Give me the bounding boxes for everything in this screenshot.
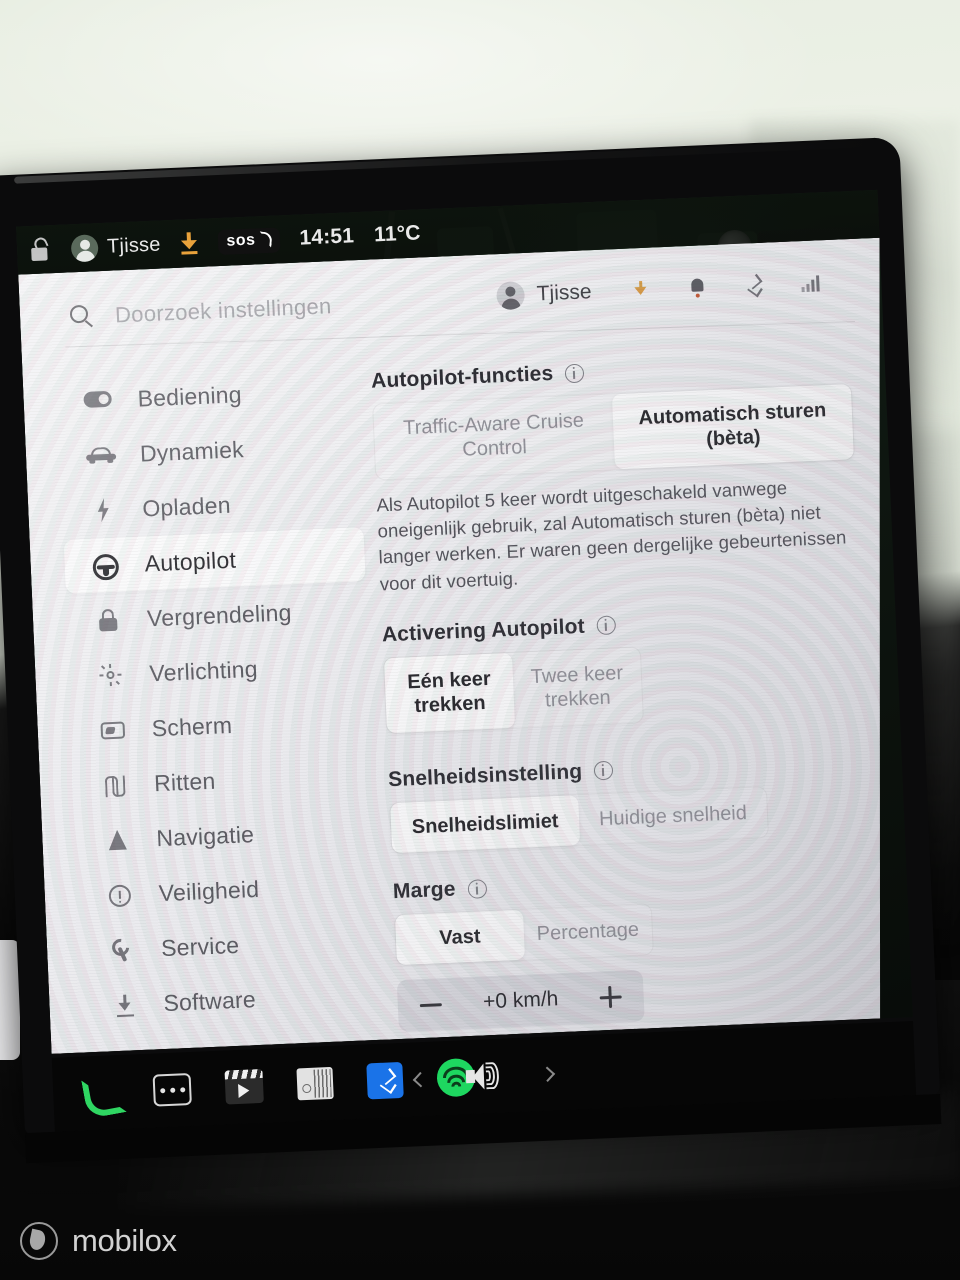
settings-panel: Doorzoek instellingen Tjisse Bediening D… [18, 238, 913, 1054]
settings-sidebar: Bediening Dynamiek Opladen Autopilot Ver… [57, 362, 387, 1054]
section-title: Activering Autopilot [381, 614, 586, 647]
person-avatar-icon [496, 281, 525, 310]
speed-setting-segmented-control: Snelheidslimiet Huidige snelheid [389, 786, 769, 855]
segment-automatisch-sturen[interactable]: Automatisch sturen (bèta) [612, 384, 854, 469]
sos-label: sos [226, 230, 256, 250]
profile-button[interactable]: Tjisse [70, 231, 162, 262]
sidebar-item-label: Dynamiek [139, 435, 245, 467]
margin-stepper: +0 km/h [397, 970, 645, 1032]
section-header: Snelheidsinstelling [388, 747, 869, 791]
info-circle-icon[interactable] [467, 879, 487, 899]
clock-time: 14:51 [298, 224, 355, 250]
sidebar-item-label: Navigatie [155, 820, 255, 851]
section-speed-setting: Snelheidsinstelling Snelheidslimiet Huid… [388, 747, 871, 854]
section-title: Autopilot-functies [370, 361, 554, 393]
account-name: Tjisse [536, 280, 592, 306]
mobilox-logo-icon [20, 1222, 58, 1260]
section-autopilot-functions: Autopilot-functies Traffic-Aware Cruise … [371, 349, 860, 597]
segment-snelheidslimiet[interactable]: Snelheidslimiet [390, 795, 580, 853]
sun-brightness-icon [95, 659, 126, 690]
section-title: Snelheidsinstelling [387, 759, 583, 791]
sidebar-item-label: Autopilot [144, 546, 237, 576]
search-icon [70, 304, 96, 330]
phone-icon[interactable] [78, 1072, 120, 1114]
info-circle-icon[interactable] [565, 363, 585, 383]
segment-twee-keer-trekken[interactable]: Twee keer trekken [512, 647, 643, 727]
warning-circle-icon [104, 879, 135, 910]
unlocked-lock-icon [29, 235, 52, 262]
search-placeholder: Doorzoek instellingen [114, 293, 333, 328]
media-player-icon[interactable] [224, 1068, 264, 1105]
person-avatar-icon [70, 233, 99, 262]
dock-app-list [52, 1057, 476, 1115]
autopilot-functions-segmented-control: Traffic-Aware Cruise Control Automatisch… [372, 383, 855, 480]
toggle-switch-icon [83, 385, 114, 416]
wifi-icon [111, 1044, 142, 1054]
lock-icon [92, 604, 123, 635]
minus-icon[interactable] [420, 1003, 442, 1007]
margin-value: +0 km/h [482, 987, 559, 1014]
sidebar-item-label: Opladen [141, 491, 232, 522]
segment-een-keer-trekken[interactable]: Eén keer trekken [384, 653, 515, 733]
sidebar-item-label: Vergrendeling [146, 598, 293, 631]
section-header: Activering Autopilot [381, 603, 862, 647]
bluetooth-icon[interactable] [746, 275, 760, 296]
bluetooth-icon[interactable] [366, 1061, 404, 1100]
segment-huidige-snelheid[interactable]: Huidige snelheid [578, 787, 768, 845]
lightning-bolt-icon [88, 495, 119, 526]
segment-vast[interactable]: Vast [395, 910, 525, 966]
activation-segmented-control: Eén keer trekken Twee keer trekken [383, 646, 644, 734]
mobilox-watermark: mobilox [20, 1222, 177, 1260]
sidebar-item-label: Verlichting [148, 655, 259, 686]
display-screen-icon [97, 714, 128, 745]
download-arrow-icon [109, 989, 140, 1020]
signal-bars-icon[interactable] [801, 273, 824, 292]
volume-controls [412, 1060, 556, 1094]
plus-icon[interactable] [599, 986, 622, 1009]
chevron-left-icon[interactable] [412, 1071, 429, 1087]
outside-temperature: 11°C [373, 221, 422, 247]
section-header: Marge [392, 860, 873, 904]
more-dots-icon[interactable] [152, 1072, 192, 1107]
software-download-indicator[interactable] [180, 232, 199, 255]
sidebar-item-label: Software [162, 985, 257, 1016]
sidebar-item-label: Veiligheid [158, 875, 260, 906]
volume-speaker-icon[interactable] [465, 1061, 502, 1092]
watermark-text: mobilox [72, 1223, 177, 1258]
settings-content: Autopilot-functies Traffic-Aware Cruise … [371, 349, 880, 1054]
sos-button[interactable]: sos [217, 226, 281, 255]
radio-tuner-icon[interactable] [296, 1066, 334, 1101]
profile-name: Tjisse [106, 233, 161, 258]
sidebar-item-label: Service [160, 931, 240, 961]
sidebar-item-label: Scherm [151, 711, 233, 741]
panel-account-strip: Tjisse [496, 268, 824, 310]
screenshot-root: ‹ [0, 0, 960, 1280]
info-circle-icon[interactable] [596, 616, 616, 636]
account-button[interactable]: Tjisse [496, 278, 592, 310]
segment-traffic-aware-cruise-control[interactable]: Traffic-Aware Cruise Control [373, 394, 615, 479]
download-arrow-icon [180, 232, 199, 255]
steering-wheel-icon [90, 550, 121, 581]
route-icon [100, 769, 131, 800]
sidebar-item-label: Ritten [153, 767, 216, 796]
tesla-center-display: Tjisse sos 14:51 11°C Doorzoek instellin… [0, 136, 942, 1164]
segment-percentage[interactable]: Percentage [523, 904, 653, 960]
info-circle-icon[interactable] [594, 761, 614, 781]
car-icon [85, 440, 116, 471]
bell-icon[interactable] [690, 277, 705, 298]
phone-handset-icon [257, 231, 273, 248]
section-margin: Marge Vast Percentage +0 km/h [392, 860, 878, 1033]
autopilot-description: Als Autopilot 5 keer wordt uitgeschakeld… [375, 476, 847, 595]
navigation-arrow-icon [102, 824, 133, 855]
section-title: Marge [392, 877, 457, 904]
margin-segmented-control: Vast Percentage [394, 903, 654, 966]
chevron-right-icon[interactable] [539, 1065, 556, 1082]
sidebar-item-label: Bediening [137, 380, 243, 412]
download-arrow-icon[interactable] [633, 280, 649, 300]
wrench-icon [107, 934, 138, 965]
lock-status-button[interactable] [29, 235, 52, 262]
section-autopilot-activation: Activering Autopilot Eén keer trekken Tw… [381, 603, 865, 734]
